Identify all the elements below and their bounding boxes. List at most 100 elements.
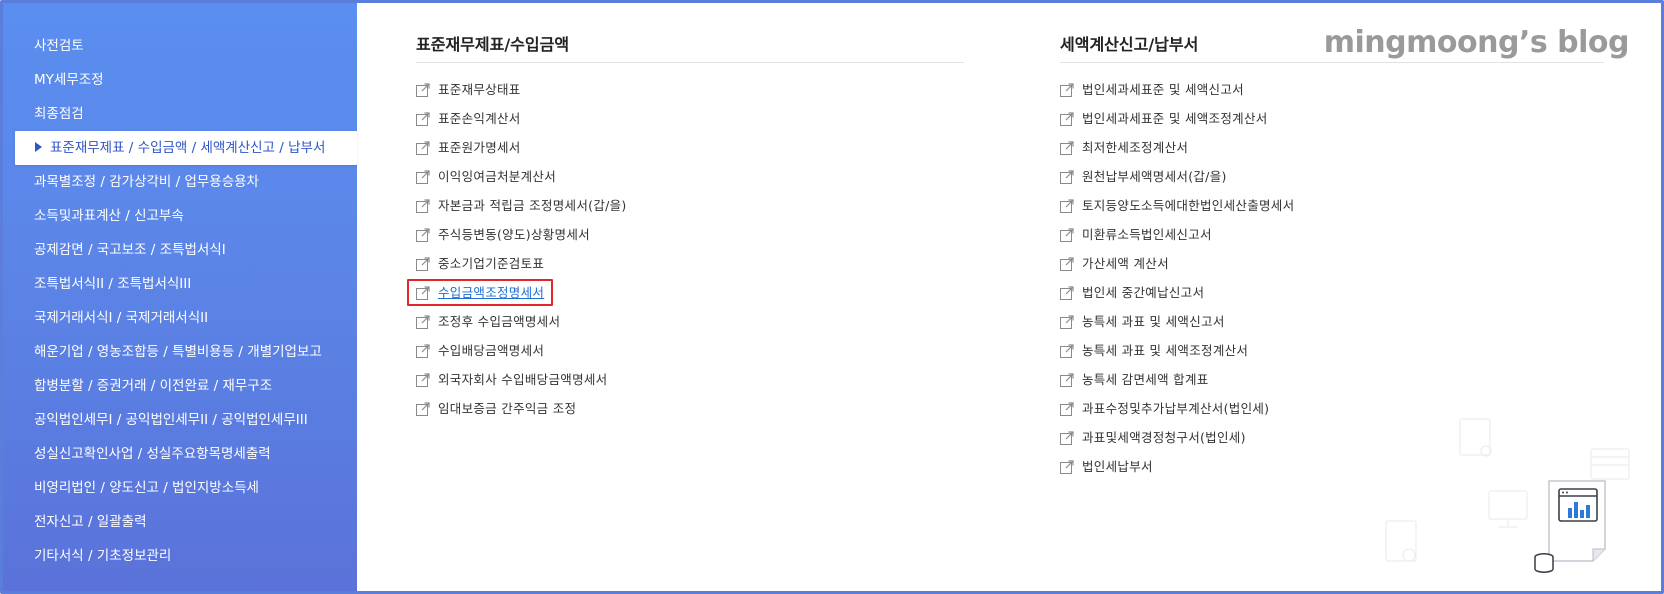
link-item[interactable]: 자본금과 적립금 조정명세서(갑/을): [416, 191, 964, 220]
link-item[interactable]: 표준재무상태표: [416, 75, 964, 104]
external-link-icon: [416, 256, 430, 271]
sidebar-item-label: 표준재무제표 / 수입금액 / 세액계산신고 / 납부서: [50, 140, 326, 156]
link-label: 외국자회사 수입배당금액명세서: [438, 372, 608, 387]
external-link-icon: [1060, 314, 1074, 329]
sidebar-item-standard-statements[interactable]: 표준재무제표 / 수입금액 / 세액계산신고 / 납부서: [15, 131, 357, 165]
sidebar-item-public-corp[interactable]: 공익법인세무I / 공익법인세무II / 공익법인세무III: [3, 403, 357, 437]
sidebar-item-income-calc[interactable]: 소득및과표계산 / 신고부속: [3, 199, 357, 233]
link-label: 농특세 과표 및 세액조정계산서: [1082, 343, 1249, 358]
sidebar-item-sincere-report[interactable]: 성실신고확인사업 / 성실주요항목명세출력: [3, 437, 357, 471]
app-frame: 사전검토 MY세무조정 최종점검 표준재무제표 / 수입금액 / 세액계산신고 …: [0, 0, 1664, 594]
external-link-icon: [416, 169, 430, 184]
sidebar-item-label: 성실신고확인사업 / 성실주요항목명세출력: [34, 446, 271, 462]
link-label: 최저한세조정계산서: [1082, 140, 1189, 155]
link-label: 토지등양도소득에대한법인세산출명세서: [1082, 198, 1295, 213]
link-label: 과표수정및추가납부계산서(법인세): [1082, 401, 1270, 416]
link-item[interactable]: 농특세 과표 및 세액조정계산서: [1060, 336, 1604, 365]
sidebar-item-label: 해운기업 / 영농조합등 / 특별비용등 / 개별기업보고: [34, 344, 322, 360]
link-label: 법인세과세표준 및 세액신고서: [1082, 82, 1244, 97]
link-label: 자본금과 적립금 조정명세서(갑/을): [438, 198, 627, 213]
sidebar-item-merger[interactable]: 합병분할 / 증권거래 / 이전완료 / 재무구조: [3, 369, 357, 403]
link-item[interactable]: 토지등양도소득에대한법인세산출명세서: [1060, 191, 1604, 220]
section-standard-statements: 표준재무제표/수입금액 표준재무상태표 표준손익계산서 표준원가명세서 이익잉여…: [407, 27, 964, 423]
external-link-icon: [1060, 430, 1074, 445]
link-item[interactable]: 주식등변동(양도)상황명세서: [416, 220, 964, 249]
external-link-icon: [416, 401, 430, 416]
external-link-icon: [1060, 227, 1074, 242]
link-item[interactable]: 중소기업기준검토표: [416, 249, 964, 278]
sidebar-item-international[interactable]: 국제거래서식I / 국제거래서식II: [3, 301, 357, 335]
sidebar-item-final-check[interactable]: 최종점검: [3, 97, 357, 131]
sidebar: 사전검토 MY세무조정 최종점검 표준재무제표 / 수입금액 / 세액계산신고 …: [3, 3, 357, 591]
external-link-icon: [1060, 285, 1074, 300]
link-label: 미환류소득법인세신고서: [1082, 227, 1212, 242]
external-link-icon: [1060, 343, 1074, 358]
link-item[interactable]: 농특세 감면세액 합계표: [1060, 365, 1604, 394]
external-link-icon: [1060, 82, 1074, 97]
sidebar-item-label: 조특법서식II / 조특법서식III: [34, 276, 192, 292]
sidebar-item-account-adjust[interactable]: 과목별조정 / 감가상각비 / 업무용승용차: [3, 165, 357, 199]
caret-right-icon: [35, 142, 42, 152]
sidebar-item-other-forms[interactable]: 기타서식 / 기초정보관리: [3, 539, 357, 573]
link-label: 조정후 수입금액명세서: [438, 314, 561, 329]
link-item[interactable]: 임대보증금 간주익금 조정: [416, 394, 964, 423]
main-panel: mingmoong’s blog 표준재무제표/수입금액 표준재무상태표 표준손…: [357, 3, 1661, 591]
section-title: 표준재무제표/수입금액: [416, 27, 964, 63]
link-item[interactable]: 표준원가명세서: [416, 133, 964, 162]
external-link-icon: [1060, 256, 1074, 271]
external-link-icon: [1060, 111, 1074, 126]
sidebar-item-my-tax-adjust[interactable]: MY세무조정: [3, 63, 357, 97]
link-item[interactable]: 수입배당금액명세서: [416, 336, 964, 365]
link-item[interactable]: 법인세과세표준 및 세액조정계산서: [1060, 104, 1604, 133]
link-item[interactable]: 최저한세조정계산서: [1060, 133, 1604, 162]
link-item[interactable]: 가산세액 계산서: [1060, 249, 1604, 278]
coin-stack-icon: [1534, 553, 1554, 573]
link-label: 임대보증금 간주익금 조정: [438, 401, 577, 416]
link-label: 과표및세액경정청구서(법인세): [1082, 430, 1246, 445]
sidebar-item-label: 기타서식 / 기초정보관리: [34, 548, 172, 564]
report-window-icon: [1548, 480, 1606, 562]
link-label: 가산세액 계산서: [1082, 256, 1169, 271]
sidebar-item-label: 국제거래서식I / 국제거래서식II: [34, 310, 209, 326]
link-label: 표준원가명세서: [438, 140, 521, 155]
link-label: 농특세 과표 및 세액신고서: [1082, 314, 1225, 329]
link-label: 원천납부세액명세서(갑/을): [1082, 169, 1227, 184]
sidebar-item-nonprofit[interactable]: 비영리법인 / 양도신고 / 법인지방소득세: [3, 471, 357, 505]
link-item[interactable]: 표준손익계산서: [416, 104, 964, 133]
link-label: 표준재무상태표: [438, 82, 521, 97]
external-link-icon: [416, 111, 430, 126]
sidebar-item-e-filing[interactable]: 전자신고 / 일괄출력: [3, 505, 357, 539]
external-link-icon: [416, 140, 430, 155]
external-link-icon: [1060, 198, 1074, 213]
link-item[interactable]: 이익잉여금처분계산서: [416, 162, 964, 191]
external-link-icon: [1060, 169, 1074, 184]
sidebar-item-deduction[interactable]: 공제감면 / 국고보조 / 조특법서식I: [3, 233, 357, 267]
link-item[interactable]: 외국자회사 수입배당금액명세서: [416, 365, 964, 394]
sidebar-item-label: 최종점검: [34, 106, 84, 122]
sidebar-item-label: 공익법인세무I / 공익법인세무II / 공익법인세무III: [34, 412, 308, 428]
link-item[interactable]: 농특세 과표 및 세액신고서: [1060, 307, 1604, 336]
link-item[interactable]: 법인세 중간예납신고서: [1060, 278, 1604, 307]
sidebar-item-label: 합병분할 / 증권거래 / 이전완료 / 재무구조: [34, 378, 273, 394]
external-link-icon: [1060, 401, 1074, 416]
external-link-icon: [416, 343, 430, 358]
link-item[interactable]: 미환류소득법인세신고서: [1060, 220, 1604, 249]
link-item[interactable]: 원천납부세액명세서(갑/을): [1060, 162, 1604, 191]
external-link-icon: [416, 82, 430, 97]
external-link-icon: [1060, 140, 1074, 155]
link-label: 법인세과세표준 및 세액조정계산서: [1082, 111, 1268, 126]
sidebar-item-shipping[interactable]: 해운기업 / 영농조합등 / 특별비용등 / 개별기업보고: [3, 335, 357, 369]
link-item[interactable]: 법인세과세표준 및 세액신고서: [1060, 75, 1604, 104]
link-item-revenue-adjustment[interactable]: 수입금액조정명세서: [407, 278, 964, 307]
external-link-icon: [1060, 372, 1074, 387]
sidebar-item-special-forms[interactable]: 조특법서식II / 조특법서식III: [3, 267, 357, 301]
sidebar-item-pre-review[interactable]: 사전검토: [3, 29, 357, 63]
link-label: 법인세 중간예납신고서: [1082, 285, 1205, 300]
document-chart-illustration: [1385, 418, 1630, 573]
link-label: 법인세납부서: [1082, 459, 1153, 474]
link-label: 이익잉여금처분계산서: [438, 169, 557, 184]
link-item[interactable]: 조정후 수입금액명세서: [416, 307, 964, 336]
sidebar-item-label: 공제감면 / 국고보조 / 조특법서식I: [34, 242, 226, 258]
external-link-icon: [416, 314, 430, 329]
sidebar-item-label: 과목별조정 / 감가상각비 / 업무용승용차: [34, 174, 259, 190]
